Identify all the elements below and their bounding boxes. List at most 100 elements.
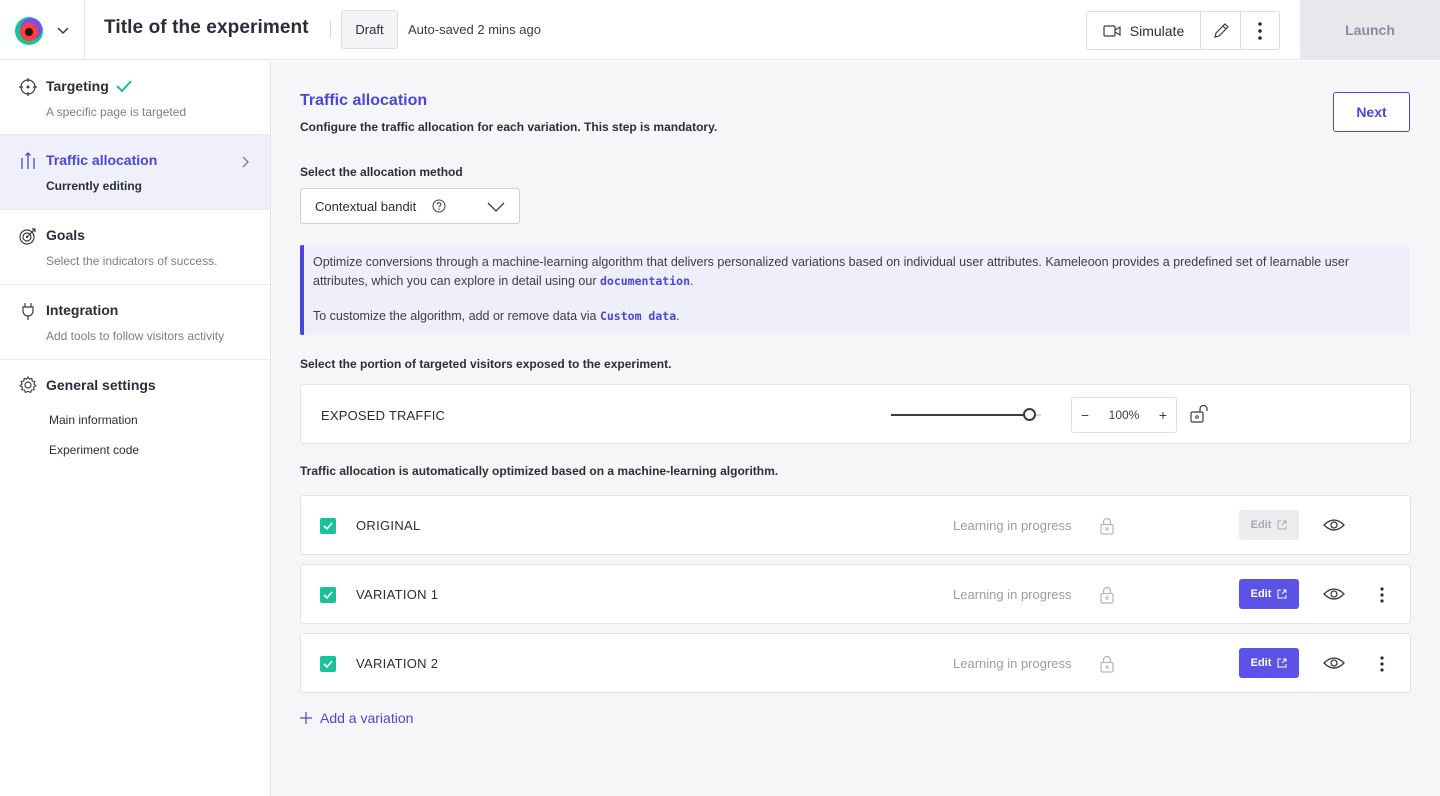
lock-icon <box>1100 586 1114 604</box>
edit-variation-button[interactable]: Edit <box>1239 648 1299 678</box>
external-link-icon <box>1277 658 1287 668</box>
kameleoon-logo-icon[interactable] <box>14 16 44 46</box>
slider-fill <box>891 414 1029 416</box>
traffic-stepper: − 100% + <box>1071 397 1177 433</box>
variation-name: VARIATION 1 <box>356 587 439 602</box>
traffic-bars-icon <box>21 152 35 169</box>
variation-status: Learning in progress <box>953 518 1072 533</box>
page-title: Traffic allocation <box>300 92 428 109</box>
info-callout: Optimize conversions through a machine-l… <box>300 245 1410 335</box>
plus-icon <box>300 712 312 724</box>
edit-label: Edit <box>1250 588 1272 600</box>
plug-icon <box>22 303 34 320</box>
sidebar-item-subtitle: Add tools to follow visitors activity <box>46 329 225 343</box>
exposed-traffic-slider[interactable] <box>891 407 1041 423</box>
main-content: Traffic allocation Configure the traffic… <box>271 61 1440 796</box>
info-text-2: To customize the algorithm, add or remov… <box>313 309 680 323</box>
sidebar-item-label: Goals <box>46 227 85 243</box>
edit-variation-button[interactable]: Edit <box>1239 579 1299 609</box>
sidebar-item-integration[interactable]: Integration Add tools to follow visitors… <box>0 285 270 360</box>
checkmark-icon <box>323 660 333 669</box>
exposed-traffic-card: EXPOSED TRAFFIC − 100% + <box>300 384 1411 444</box>
target-icon <box>19 228 36 245</box>
increment-button[interactable]: + <box>1150 398 1176 432</box>
external-link-icon <box>1277 589 1287 599</box>
variation-status: Learning in progress <box>953 587 1072 602</box>
autosave-status: Auto-saved 2 mins ago <box>408 22 541 37</box>
status-badge: Draft <box>341 10 398 49</box>
unlock-icon[interactable] <box>1190 405 1208 423</box>
auto-optimization-note: Traffic allocation is automatically opti… <box>300 464 779 478</box>
sidebar-item-traffic-allocation[interactable]: Traffic allocation Currently editing <box>0 135 270 210</box>
variation-name: VARIATION 2 <box>356 656 439 671</box>
sidebar-item-subtitle: A specific page is targeted <box>46 105 187 119</box>
sidebar-item-subtitle: Select the indicators of success. <box>46 254 218 268</box>
eye-icon[interactable] <box>1323 654 1345 672</box>
edit-variation-button[interactable]: Edit <box>1239 510 1299 540</box>
edit-label: Edit <box>1250 519 1272 531</box>
add-variation-button[interactable]: Add a variation <box>300 710 413 726</box>
documentation-link[interactable]: documentation <box>600 274 690 288</box>
video-camera-icon <box>1103 24 1121 37</box>
exposed-traffic-label: EXPOSED TRAFFIC <box>321 408 446 423</box>
variation-more-button[interactable] <box>1373 585 1391 605</box>
header-toolbar: Simulate <box>1086 11 1280 50</box>
chevron-right-icon <box>242 156 249 168</box>
top-header: Title of the experiment Draft Auto-saved… <box>0 0 1440 60</box>
sidebar-item-label: Targeting <box>46 78 109 94</box>
steps-sidebar: Targeting A specific page is targeted Tr… <box>0 61 271 796</box>
sidebar-item-label: Traffic allocation <box>46 152 158 168</box>
page-description: Configure the traffic allocation for eac… <box>300 120 718 134</box>
decrement-button[interactable]: − <box>1072 398 1098 432</box>
title-separator <box>330 20 331 38</box>
variation-row-1: VARIATION 1 Learning in progress Edit <box>300 564 1411 624</box>
simulate-label: Simulate <box>1129 22 1185 39</box>
sidebar-item-label: General settings <box>46 377 156 393</box>
crosshair-icon <box>19 78 37 96</box>
vertical-dots-icon <box>1380 587 1384 603</box>
variation-more-button[interactable] <box>1373 654 1391 674</box>
add-variation-label: Add a variation <box>320 710 414 726</box>
eye-icon[interactable] <box>1323 585 1345 603</box>
edit-label: Edit <box>1250 657 1272 669</box>
slider-thumb[interactable] <box>1023 408 1036 421</box>
simulate-button[interactable]: Simulate <box>1087 12 1201 49</box>
variation-status: Learning in progress <box>953 656 1072 671</box>
variation-row-2: VARIATION 2 Learning in progress Edit <box>300 633 1411 693</box>
allocation-method-label: Select the allocation method <box>300 165 463 179</box>
sidebar-item-subtitle: Currently editing <box>46 179 143 193</box>
more-options-button[interactable] <box>1241 12 1279 49</box>
allocation-method-select[interactable]: Contextual bandit <box>300 188 520 224</box>
variation-checkbox[interactable] <box>320 518 336 534</box>
info-text-1: Optimize conversions through a machine-l… <box>313 255 1350 288</box>
sidebar-item-label: Integration <box>46 302 119 318</box>
launch-button[interactable]: Launch <box>1300 0 1440 60</box>
sidebar-item-goals[interactable]: Goals Select the indicators of success. <box>0 210 270 285</box>
sidebar-link-main-information[interactable]: Main information <box>49 413 138 427</box>
variation-row-original: ORIGINAL Learning in progress Edit <box>300 495 1411 555</box>
sidebar-item-targeting[interactable]: Targeting A specific page is targeted <box>0 61 270 135</box>
variation-checkbox[interactable] <box>320 656 336 672</box>
checkmark-icon <box>323 522 333 531</box>
gear-icon <box>19 376 37 394</box>
eye-icon[interactable] <box>1323 516 1345 534</box>
checkmark-icon <box>323 591 333 600</box>
sidebar-link-experiment-code[interactable]: Experiment code <box>49 443 139 457</box>
next-button[interactable]: Next <box>1333 92 1410 132</box>
variation-checkbox[interactable] <box>320 587 336 603</box>
help-icon[interactable] <box>432 199 446 213</box>
experiment-title[interactable]: Title of the experiment <box>104 17 309 39</box>
custom-data-link[interactable]: Custom data <box>600 309 676 323</box>
vertical-dots-icon <box>1258 21 1262 40</box>
lock-icon <box>1100 655 1114 673</box>
header-divider <box>84 0 85 60</box>
variation-name: ORIGINAL <box>356 518 421 533</box>
vertical-dots-icon <box>1380 656 1384 672</box>
external-link-icon <box>1277 520 1287 530</box>
edit-title-button[interactable] <box>1201 12 1241 49</box>
checkmark-icon <box>116 80 132 93</box>
pencil-icon <box>1213 22 1229 38</box>
chevron-down-icon[interactable] <box>55 22 71 38</box>
traffic-value[interactable]: 100% <box>1098 408 1150 422</box>
allocation-method-value: Contextual bandit <box>315 199 417 214</box>
